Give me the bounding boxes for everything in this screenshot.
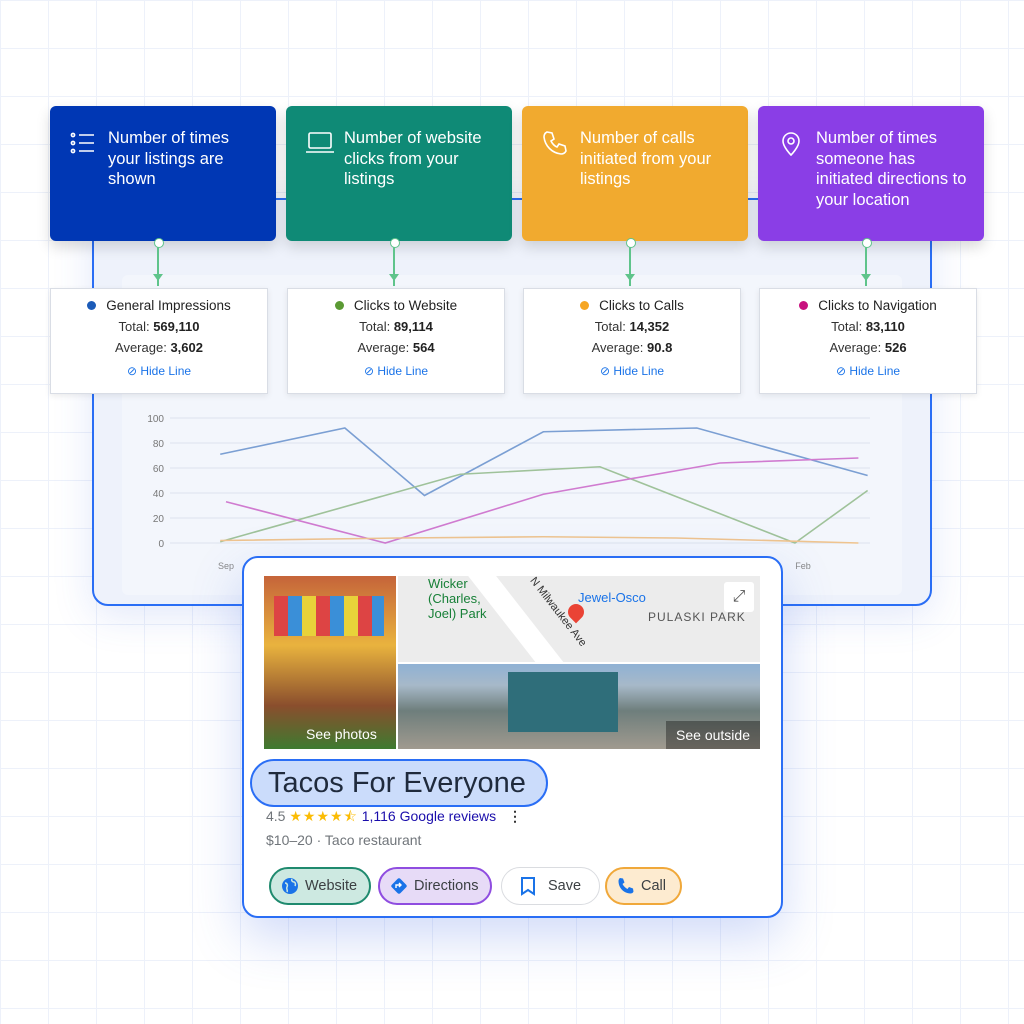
connector-arrow [625,238,636,286]
expand-icon[interactable]: ⤢ [724,582,754,612]
card-impressions: Number of times your listings are shown [50,106,276,241]
eye-off-icon: ⊘ [835,364,846,378]
website-button[interactable]: Website [269,867,372,905]
average-value: 564 [412,340,435,355]
series-line-website [220,465,869,544]
hide-line-button[interactable]: ⊘ Hide Line [288,364,504,378]
card-text: Number of times your listings are shown [108,129,230,188]
list-icon [70,132,94,154]
see-photos-label: See photos [306,726,377,742]
connector-arrow [861,238,872,286]
stat-title: Clicks to Calls [599,298,684,313]
stat-calls: Clicks to Calls Total: 14,352 Average: 9… [523,288,741,394]
decorations [274,596,384,636]
card-text: Number of calls initiated from your list… [580,129,712,188]
reviews-link[interactable]: 1,116 Google reviews [362,808,496,824]
y-tick-label: 40 [153,489,165,500]
average-value: 526 [884,340,907,355]
legend-dot [799,301,809,310]
map-label-area: PULASKI PARK [648,610,746,624]
map-label-park: Wicker (Charles, Joel) Park [428,576,487,621]
stat-website: Clicks to Website Total: 89,114 Average:… [287,288,505,394]
legend-dot [580,301,590,310]
price-category: $10–20 · Taco restaurant [266,832,422,848]
legend-dot [334,301,344,310]
button-label: Directions [414,878,479,894]
hide-line-button[interactable]: ⊘ Hide Line [524,364,740,378]
total-value: 569,110 [153,319,200,334]
photos-thumbnail[interactable]: See photos [264,576,396,749]
hide-line-label: Hide Line [140,364,192,378]
laptop-icon [306,132,334,153]
card-calls: Number of calls initiated from your list… [522,106,748,241]
map-thumbnail[interactable]: Wicker (Charles, Joel) Park N Milwaukee … [398,576,760,662]
x-tick-label: Feb [795,561,811,571]
stat-title: Clicks to Navigation [818,298,937,313]
x-tick-label: Sep [218,561,234,571]
y-tick-label: 0 [158,539,164,550]
directions-button[interactable]: Directions [378,867,493,905]
hide-line-button[interactable]: ⊘ Hide Line [760,364,976,378]
card-text: Number of times someone has initiated di… [816,129,967,209]
eye-off-icon: ⊘ [126,364,137,378]
total-label: Total: [831,319,863,334]
directions-icon [391,878,407,894]
phone-icon [618,878,634,894]
eye-off-icon: ⊘ [599,364,610,378]
series-line-calls [220,535,859,544]
average-label: Average: [591,340,644,355]
hide-line-button[interactable]: ⊘ Hide Line [51,364,267,378]
y-tick-label: 20 [153,514,165,525]
card-navigation: Number of times someone has initiated di… [758,106,984,241]
location-pin-icon [782,132,800,156]
connector-arrow [389,238,400,286]
rating-row: 4.5 ★★★★⯪ 1,116 Google reviews ⋮ [266,806,522,830]
stat-impressions: General Impressions Total: 569,110 Avera… [50,288,268,394]
map-label-store: Jewel-Osco [578,590,646,605]
save-button[interactable]: Save [501,867,601,905]
call-button[interactable]: Call [605,867,682,905]
bookmark-icon [521,877,535,896]
total-value: 89,114 [393,319,433,334]
globe-icon [282,878,298,894]
average-label: Average: [829,340,882,355]
total-label: Total: [118,319,150,334]
storefront [508,672,618,732]
total-label: Total: [594,319,626,334]
total-label: Total: [359,319,391,334]
total-value: 14,352 [629,319,670,334]
rating-value: 4.5 [266,808,286,824]
y-tick-label: 100 [147,414,164,425]
button-label: Website [305,878,358,894]
hide-line-label: Hide Line [613,364,665,378]
y-tick-label: 80 [153,439,165,450]
connector-arrow [153,238,164,286]
y-tick-label: 60 [153,464,165,475]
line-chart: 0 20 40 60 80 100 Sep Feb [147,414,870,571]
stat-navigation: Clicks to Navigation Total: 83,110 Avera… [759,288,977,394]
average-label: Average: [357,340,410,355]
legend-dot [87,301,97,310]
total-value: 83,110 [865,319,905,334]
average-value: 90.8 [647,340,673,355]
see-outside-label: See outside [666,721,760,749]
star-rating-icon: ★★★★⯪ [289,808,358,824]
eye-off-icon: ⊘ [363,364,374,378]
average-value: 3,602 [170,340,203,355]
hide-line-label: Hide Line [377,364,429,378]
average-label: Average: [115,340,167,355]
stat-title: General Impressions [106,298,231,313]
more-options-icon[interactable]: ⋮ [508,808,522,824]
card-text: Number of website clicks from your listi… [344,129,482,188]
card-website: Number of website clicks from your listi… [286,106,512,241]
button-label: Call [641,878,666,894]
business-name: Tacos For Everyone [250,759,548,807]
street-view-thumbnail[interactable]: See outside [398,664,760,749]
stat-title: Clicks to Website [353,298,458,313]
hide-line-label: Hide Line [849,364,901,378]
button-label: Save [548,878,582,894]
phone-icon [543,131,567,155]
